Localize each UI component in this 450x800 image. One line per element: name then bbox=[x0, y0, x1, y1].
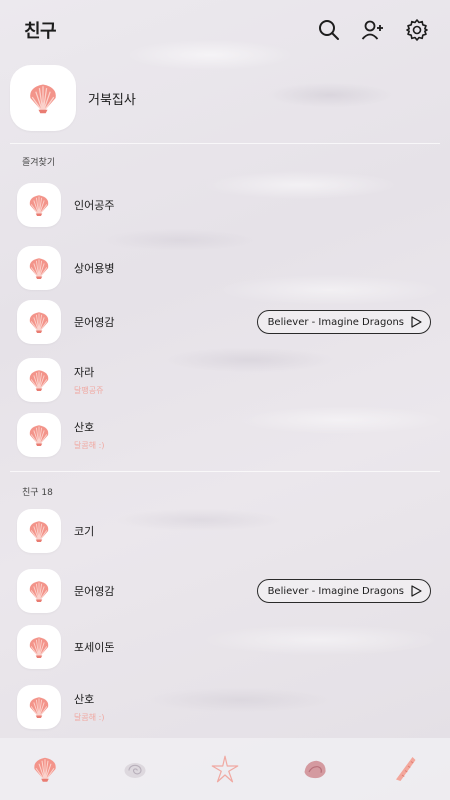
scallop-shell-icon bbox=[30, 754, 60, 784]
music-badge[interactable]: Believer - Imagine Dragons bbox=[256, 310, 431, 334]
spiral-shell-icon bbox=[396, 757, 416, 781]
settings-icon[interactable] bbox=[404, 17, 430, 43]
starfish-icon bbox=[211, 755, 239, 783]
friend-text: 포세이돈 bbox=[74, 639, 437, 655]
scallop-shell-icon bbox=[26, 309, 52, 335]
scallop-shell-icon bbox=[26, 518, 52, 544]
friend-text: 자라달팽공쥬 bbox=[74, 364, 437, 396]
friend-name: 산호 bbox=[74, 421, 95, 434]
friend-row[interactable]: 산호달콤해 :) bbox=[17, 412, 437, 458]
friend-row[interactable]: 상어용병 bbox=[17, 245, 437, 291]
my-name: 거북집사 bbox=[88, 92, 136, 108]
snail-shell-icon bbox=[124, 763, 146, 778]
scallop-shell-icon bbox=[26, 192, 52, 218]
friend-text: 인어공주 bbox=[74, 197, 437, 213]
my-profile[interactable]: 거북집사 bbox=[10, 65, 136, 131]
scallop-shell-icon bbox=[26, 255, 52, 281]
bottom-tab-bar bbox=[0, 738, 450, 800]
friend-row[interactable]: 산호달콤해 :) bbox=[17, 684, 437, 730]
avatar bbox=[17, 183, 61, 227]
avatar bbox=[17, 509, 61, 553]
friend-row[interactable]: 문어영감 Believer - Imagine Dragons bbox=[17, 568, 437, 614]
divider bbox=[10, 143, 440, 144]
tab-starfish[interactable] bbox=[203, 747, 247, 791]
music-badge[interactable]: Believer - Imagine Dragons bbox=[256, 579, 431, 603]
friend-name: 산호 bbox=[74, 693, 95, 706]
friend-text: 상어용병 bbox=[74, 260, 437, 276]
scallop-shell-icon bbox=[26, 634, 52, 660]
status-message: 달콤해 :) bbox=[74, 713, 105, 722]
favorites-label: 즐겨찾기 bbox=[22, 158, 56, 168]
friend-name: 자라 bbox=[74, 366, 95, 379]
friend-name: 코기 bbox=[74, 525, 95, 538]
friend-name: 인어공주 bbox=[74, 199, 115, 212]
scallop-shell-icon bbox=[26, 578, 52, 604]
friend-name: 상어용병 bbox=[74, 262, 115, 275]
friend-name: 포세이돈 bbox=[74, 641, 115, 654]
play-icon bbox=[411, 585, 422, 597]
header: 친구 bbox=[0, 0, 450, 60]
avatar bbox=[10, 65, 76, 131]
friends-count-label: 친구 18 bbox=[22, 488, 53, 498]
friend-row[interactable]: 코기 bbox=[17, 508, 437, 554]
music-title: Believer - Imagine Dragons bbox=[267, 585, 404, 597]
tab-snail[interactable] bbox=[113, 747, 157, 791]
tab-scallop[interactable] bbox=[23, 747, 67, 791]
conch-shell-icon bbox=[304, 760, 326, 779]
friend-text: 산호달콤해 :) bbox=[74, 419, 437, 451]
divider bbox=[10, 471, 440, 472]
tab-conch[interactable] bbox=[293, 747, 337, 791]
friend-text: 산호달콤해 :) bbox=[74, 691, 437, 723]
avatar bbox=[17, 246, 61, 290]
page-title: 친구 bbox=[24, 21, 57, 42]
music-title: Believer - Imagine Dragons bbox=[267, 316, 404, 328]
avatar bbox=[17, 685, 61, 729]
status-message: 달콤해 :) bbox=[74, 441, 105, 450]
status-message: 달팽공쥬 bbox=[74, 386, 104, 395]
friend-row[interactable]: 자라달팽공쥬 bbox=[17, 357, 437, 403]
avatar bbox=[17, 569, 61, 613]
friend-text: 코기 bbox=[74, 523, 437, 539]
avatar bbox=[17, 413, 61, 457]
friend-row[interactable]: 포세이돈 bbox=[17, 624, 437, 670]
avatar bbox=[17, 358, 61, 402]
scallop-shell-icon bbox=[25, 80, 61, 116]
avatar bbox=[17, 300, 61, 344]
friend-row[interactable]: 문어영감 Believer - Imagine Dragons bbox=[17, 299, 437, 345]
friend-row[interactable]: 인어공주 bbox=[17, 182, 437, 228]
scallop-shell-icon bbox=[26, 694, 52, 720]
add-friend-icon[interactable] bbox=[360, 17, 386, 43]
scallop-shell-icon bbox=[26, 422, 52, 448]
avatar bbox=[17, 625, 61, 669]
search-icon[interactable] bbox=[316, 17, 342, 43]
play-icon bbox=[411, 316, 422, 328]
scallop-shell-icon bbox=[26, 367, 52, 393]
tab-spiral[interactable] bbox=[383, 747, 427, 791]
